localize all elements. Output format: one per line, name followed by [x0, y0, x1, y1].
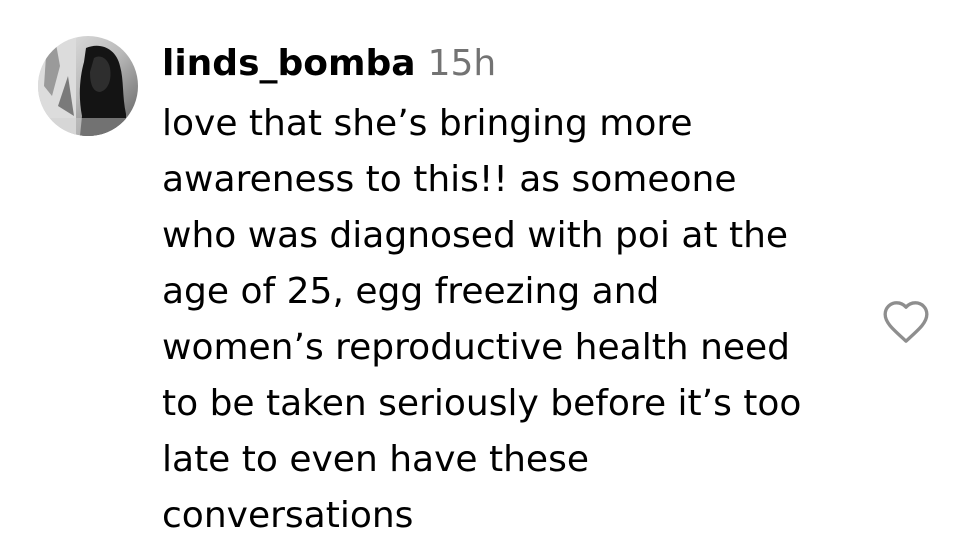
comment-text-line: conversations	[162, 495, 414, 536]
comment: linds_bomba 15h love that she’s bringing …	[0, 0, 980, 559]
comment-text-line: late to even have these	[162, 439, 589, 480]
comment-header: linds_bomba 15h	[162, 38, 852, 90]
comment-text-line: to be taken seriously before it’s too	[162, 383, 802, 424]
comment-text-line: awareness to this!! as someone	[162, 159, 737, 200]
username-link[interactable]: linds_bomba	[162, 43, 416, 84]
heart-outline-icon	[883, 301, 929, 343]
comment-content: linds_bomba 15h love that she’s bringing …	[162, 38, 852, 544]
comment-text-line: women’s reproductive health need	[162, 327, 791, 368]
comment-text-line: age of 25, egg freezing and	[162, 271, 660, 312]
profile-photo-icon	[38, 36, 138, 136]
comment-text: love that she’s bringing more awareness …	[162, 96, 852, 544]
avatar[interactable]	[38, 36, 138, 136]
comment-text-line: who was diagnosed with poi at the	[162, 215, 789, 256]
timestamp[interactable]: 15h	[428, 43, 497, 84]
comment-text-line: love that she’s bringing more	[162, 103, 693, 144]
like-button[interactable]	[878, 296, 934, 348]
